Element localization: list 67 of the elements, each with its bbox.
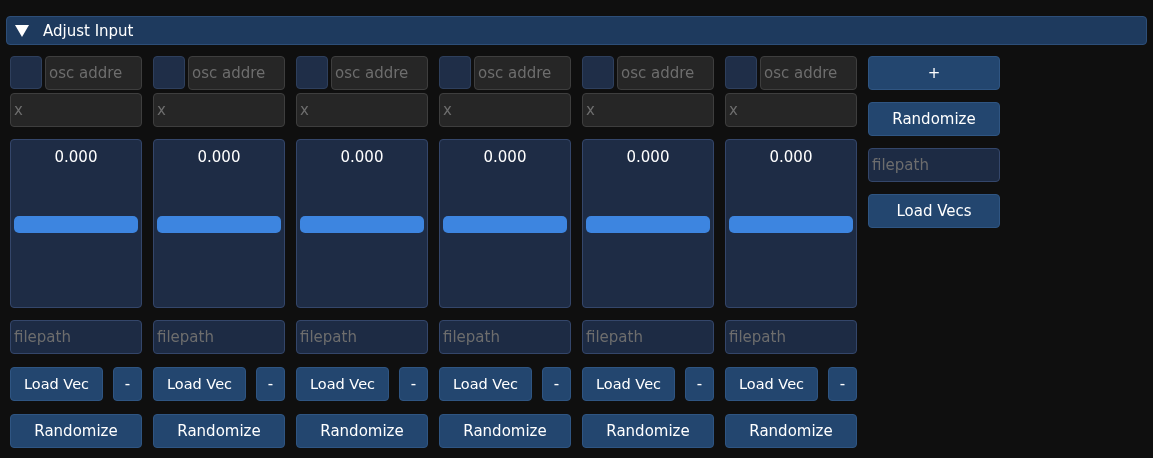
remove-button[interactable]: - bbox=[113, 367, 142, 401]
vertical-slider[interactable]: 0.000 bbox=[296, 139, 428, 308]
randomize-all-button[interactable]: Randomize bbox=[868, 102, 1000, 136]
collapse-triangle-icon bbox=[15, 24, 29, 37]
filepath-field[interactable]: filepath bbox=[296, 320, 428, 354]
name-field[interactable]: x bbox=[153, 93, 285, 127]
name-field[interactable]: x bbox=[296, 93, 428, 127]
load-vec-button[interactable]: Load Vec bbox=[725, 367, 818, 401]
load-vec-button[interactable]: Load Vec bbox=[296, 367, 389, 401]
osc-address-field[interactable]: osc addre bbox=[474, 56, 571, 90]
name-field[interactable]: x bbox=[10, 93, 142, 127]
slider-value: 0.000 bbox=[340, 148, 384, 168]
randomize-button[interactable]: Randomize bbox=[10, 414, 142, 448]
remove-button[interactable]: - bbox=[399, 367, 428, 401]
checkbox[interactable] bbox=[153, 56, 185, 89]
filepath-field[interactable]: filepath bbox=[153, 320, 285, 354]
filepath-field[interactable]: filepath bbox=[582, 320, 714, 354]
slider-thumb[interactable] bbox=[157, 215, 281, 233]
load-vec-button[interactable]: Load Vec bbox=[582, 367, 675, 401]
slider-value: 0.000 bbox=[54, 148, 98, 168]
checkbox[interactable] bbox=[582, 56, 614, 89]
slider-value: 0.000 bbox=[483, 148, 527, 168]
add-button[interactable]: + bbox=[868, 56, 1000, 90]
load-vec-button[interactable]: Load Vec bbox=[439, 367, 532, 401]
name-field[interactable]: x bbox=[725, 93, 857, 127]
slider-value: 0.000 bbox=[769, 148, 813, 168]
filepath-field[interactable]: filepath bbox=[868, 148, 1000, 182]
filepath-field[interactable]: filepath bbox=[10, 320, 142, 354]
section-header[interactable]: Adjust Input bbox=[6, 16, 1147, 45]
filepath-field[interactable]: filepath bbox=[725, 320, 857, 354]
randomize-button[interactable]: Randomize bbox=[153, 414, 285, 448]
osc-address-field[interactable]: osc addre bbox=[331, 56, 428, 90]
checkbox[interactable] bbox=[296, 56, 328, 89]
slider-value: 0.000 bbox=[197, 148, 241, 168]
filepath-field[interactable]: filepath bbox=[439, 320, 571, 354]
name-field[interactable]: x bbox=[582, 93, 714, 127]
vertical-slider[interactable]: 0.000 bbox=[582, 139, 714, 308]
randomize-button[interactable]: Randomize bbox=[296, 414, 428, 448]
randomize-button[interactable]: Randomize bbox=[582, 414, 714, 448]
slider-thumb[interactable] bbox=[586, 215, 710, 233]
vertical-slider[interactable]: 0.000 bbox=[10, 139, 142, 308]
name-field[interactable]: x bbox=[439, 93, 571, 127]
checkbox[interactable] bbox=[10, 56, 42, 89]
slider-thumb[interactable] bbox=[729, 215, 853, 233]
slider-thumb[interactable] bbox=[300, 215, 424, 233]
load-vecs-button[interactable]: Load Vecs bbox=[868, 194, 1000, 228]
vertical-slider[interactable]: 0.000 bbox=[153, 139, 285, 308]
checkbox[interactable] bbox=[439, 56, 471, 89]
load-vec-button[interactable]: Load Vec bbox=[153, 367, 246, 401]
randomize-button[interactable]: Randomize bbox=[439, 414, 571, 448]
vertical-slider[interactable]: 0.000 bbox=[725, 139, 857, 308]
remove-button[interactable]: - bbox=[828, 367, 857, 401]
osc-address-field[interactable]: osc addre bbox=[617, 56, 714, 90]
randomize-button[interactable]: Randomize bbox=[725, 414, 857, 448]
remove-button[interactable]: - bbox=[542, 367, 571, 401]
slider-thumb[interactable] bbox=[443, 215, 567, 233]
checkbox[interactable] bbox=[725, 56, 757, 89]
remove-button[interactable]: - bbox=[685, 367, 714, 401]
section-title: Adjust Input bbox=[43, 21, 134, 40]
slider-thumb[interactable] bbox=[14, 215, 138, 233]
osc-address-field[interactable]: osc addre bbox=[45, 56, 142, 90]
osc-address-field[interactable]: osc addre bbox=[188, 56, 285, 90]
slider-value: 0.000 bbox=[626, 148, 670, 168]
vertical-slider[interactable]: 0.000 bbox=[439, 139, 571, 308]
remove-button[interactable]: - bbox=[256, 367, 285, 401]
load-vec-button[interactable]: Load Vec bbox=[10, 367, 103, 401]
osc-address-field[interactable]: osc addre bbox=[760, 56, 857, 90]
